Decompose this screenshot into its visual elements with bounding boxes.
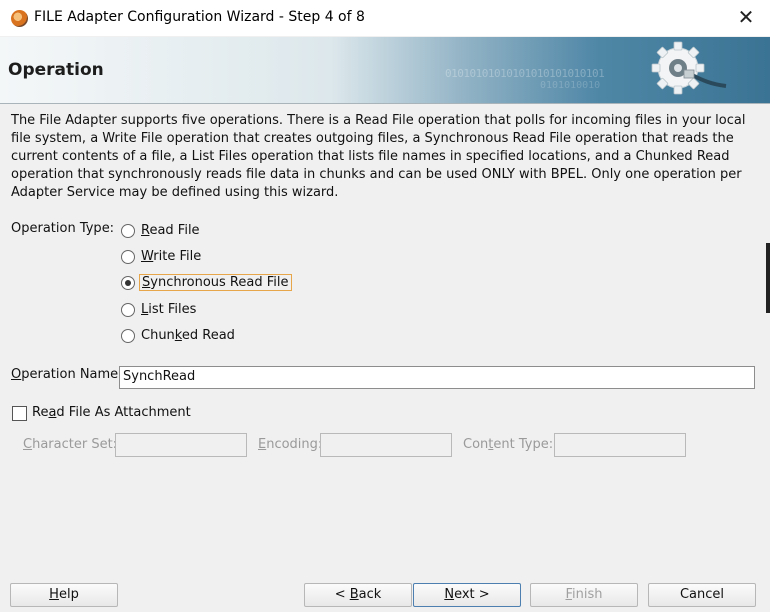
read-file-as-attachment-checkbox[interactable] xyxy=(12,406,27,421)
app-icon xyxy=(11,10,28,27)
radio-synchronous-read-file[interactable] xyxy=(121,276,135,290)
operation-name-input[interactable]: SynchRead xyxy=(119,366,755,389)
binary-watermark-2: 0101010010 xyxy=(540,80,601,91)
back-button[interactable]: < Back xyxy=(304,583,412,607)
radio-chunked-read[interactable] xyxy=(121,329,135,343)
radio-list-files-label[interactable]: List Files xyxy=(141,302,196,317)
content-type-input xyxy=(554,433,686,457)
window-title: FILE Adapter Configuration Wizard - Step… xyxy=(34,9,365,25)
radio-write-file-label[interactable]: Write File xyxy=(141,249,201,264)
character-set-input xyxy=(115,433,247,457)
next-button[interactable]: Next > xyxy=(413,583,521,607)
operation-name-label: Operation Name: xyxy=(11,367,123,382)
radio-write-file[interactable] xyxy=(121,250,135,264)
operation-type-label: Operation Type: xyxy=(11,221,115,236)
character-set-label: Character Set: xyxy=(23,437,118,452)
help-button[interactable]: Help xyxy=(10,583,118,607)
cancel-button[interactable]: Cancel xyxy=(648,583,756,607)
radio-chunked-read-label[interactable]: Chunked Read xyxy=(141,328,235,343)
binary-watermark: 01010101010101010101010101 xyxy=(445,67,605,80)
window-edge-marker xyxy=(766,243,770,313)
close-icon[interactable]: ✕ xyxy=(736,6,756,28)
description-text: The File Adapter supports five operation… xyxy=(11,113,746,200)
radio-read-file-label[interactable]: Read File xyxy=(141,223,200,238)
page-title: Operation xyxy=(8,60,104,80)
encoding-label: Encoding: xyxy=(258,437,323,452)
finish-button: Finish xyxy=(530,583,638,607)
radio-read-file[interactable] xyxy=(121,224,135,238)
encoding-input xyxy=(320,433,452,457)
radio-synchronous-read-file-label[interactable]: Synchronous Read File xyxy=(139,274,292,291)
gear-plug-icon xyxy=(651,41,727,95)
read-file-as-attachment-label[interactable]: Read File As Attachment xyxy=(32,405,191,420)
content-type-label: Content Type: xyxy=(463,437,554,452)
radio-list-files[interactable] xyxy=(121,303,135,317)
header-divider xyxy=(0,103,770,104)
